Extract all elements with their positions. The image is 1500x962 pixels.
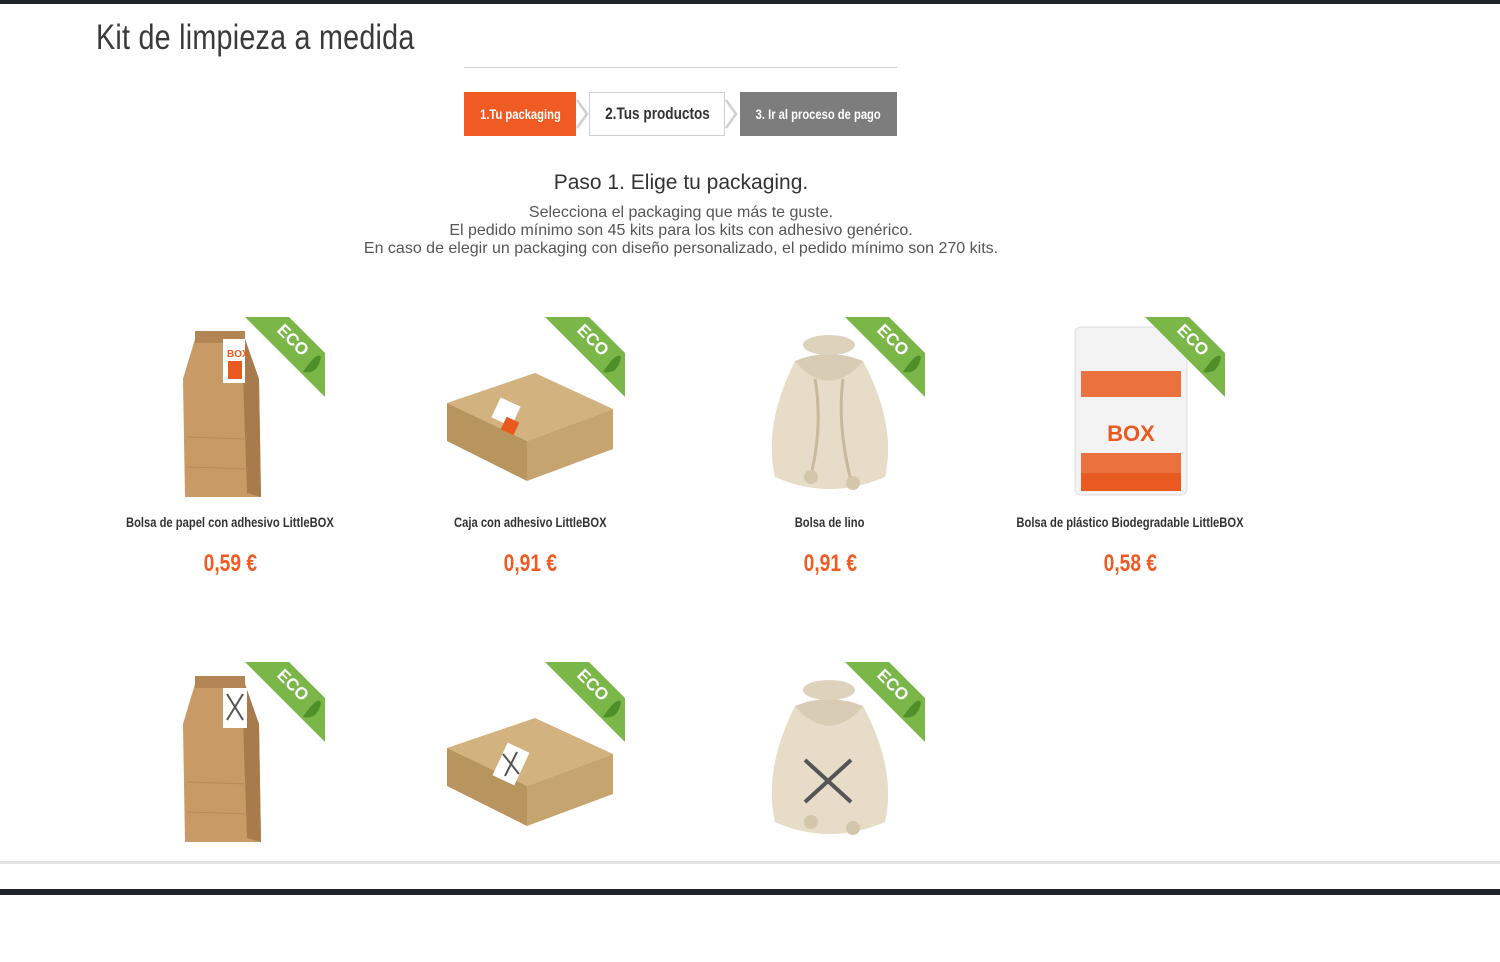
eco-badge-icon: ECO: [845, 317, 925, 397]
step-packaging[interactable]: 1.Tu packaging: [464, 92, 576, 136]
svg-text:BOX: BOX: [1107, 421, 1155, 446]
step-heading: Paso 1. Elige tu packaging.: [553, 171, 809, 194]
eco-badge-icon: ECO: [845, 662, 925, 742]
description-line: Selecciona el packaging que más te guste…: [528, 204, 834, 221]
product-image-paper-bag[interactable]: BOX ECO: [135, 317, 325, 507]
eco-badge-icon: ECO: [545, 662, 625, 742]
product-card[interactable]: BOX ECO Bolsa de plástico Biodegradable …: [985, 317, 1285, 617]
step-arrow-icon: [724, 99, 738, 129]
product-image-linen-bag[interactable]: ECO: [735, 317, 925, 507]
product-name[interactable]: Bolsa de plástico Biodegradable LittleBO…: [985, 514, 1275, 530]
top-bar: [0, 0, 1500, 4]
product-card[interactable]: ECO: [385, 662, 685, 962]
step-productos-label: 2.Tus productos: [604, 104, 710, 123]
step-description: Selecciona el packaging que más te guste…: [0, 204, 1362, 258]
product-name[interactable]: Bolsa de papel con adhesivo LittleBOX: [85, 514, 375, 530]
page-title: Kit de limpieza a medida: [96, 18, 415, 57]
checkout-stepper: 1.Tu packaging 2.Tus productos 3. Ir al …: [464, 92, 897, 136]
product-card[interactable]: ECO: [85, 662, 385, 962]
product-price: 0,91 €: [803, 550, 857, 577]
product-price: 0,58 €: [1103, 550, 1157, 577]
product-card[interactable]: ECO: [685, 662, 985, 962]
eco-badge-icon: ECO: [245, 662, 325, 742]
product-image-linen-bag-custom[interactable]: ECO: [735, 662, 925, 852]
bottom-bar: [0, 889, 1500, 895]
product-price: 0,59 €: [203, 550, 257, 577]
footer-divider: [0, 861, 1500, 864]
product-name[interactable]: Bolsa de lino: [685, 514, 975, 530]
product-name[interactable]: Caja con adhesivo LittleBOX: [385, 514, 675, 530]
product-card[interactable]: ECO Bolsa de lino 0,91 €: [685, 317, 985, 617]
step-productos[interactable]: 2.Tus productos: [589, 92, 725, 136]
product-image-box-custom[interactable]: ECO: [435, 662, 625, 852]
eco-badge-icon: ECO: [245, 317, 325, 397]
eco-badge-icon: ECO: [545, 317, 625, 397]
product-card[interactable]: BOX ECO Bolsa de papel con adhesivo Litt…: [85, 317, 385, 617]
product-image-plastic-bag[interactable]: BOX ECO: [1035, 317, 1225, 507]
title-divider: [464, 67, 897, 68]
step-pago[interactable]: 3. Ir al proceso de pago: [740, 92, 897, 136]
product-price: 0,91 €: [503, 550, 557, 577]
step-pago-label: 3. Ir al proceso de pago: [755, 106, 882, 122]
description-line: En caso de elegir un packaging con diseñ…: [363, 240, 999, 257]
description-line: El pedido mínimo son 45 kits para los ki…: [449, 222, 913, 239]
eco-badge-icon: ECO: [1145, 317, 1225, 397]
step-arrow-icon: [575, 99, 589, 129]
product-image-box[interactable]: ECO: [435, 317, 625, 507]
product-card[interactable]: ECO Caja con adhesivo LittleBOX 0,91 €: [385, 317, 685, 617]
product-image-paper-bag-custom[interactable]: ECO: [135, 662, 325, 852]
step-packaging-label: 1.Tu packaging: [479, 106, 561, 122]
